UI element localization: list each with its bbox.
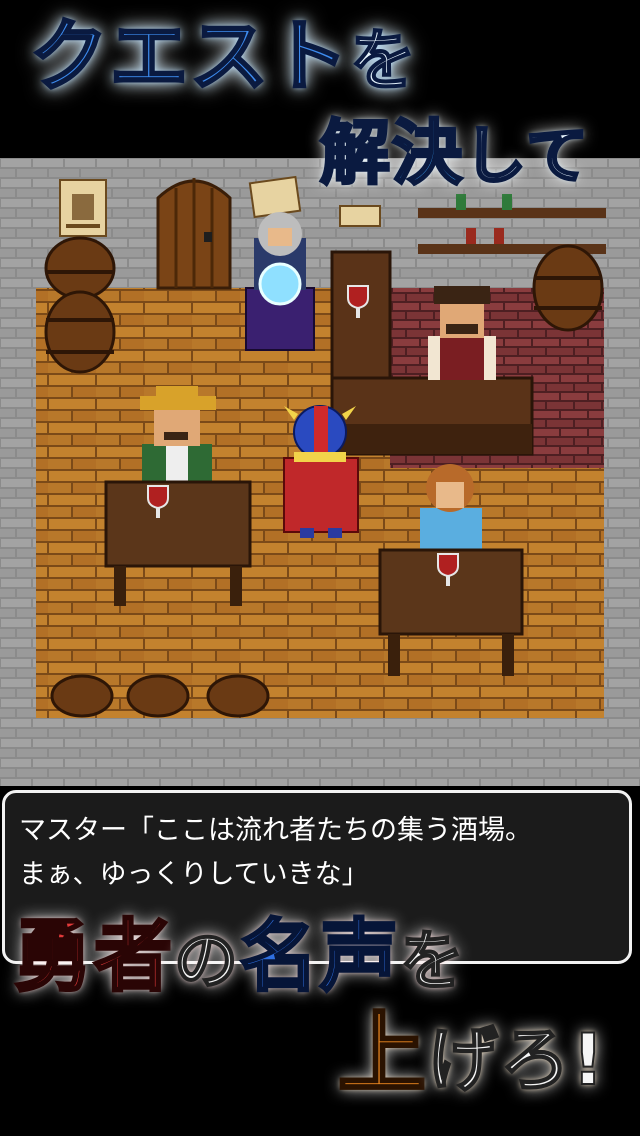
- promo-headline-solve: 解決して: [319, 117, 590, 190]
- wooden-door[interactable]: [156, 178, 232, 290]
- dialog-line-2: まぁ、ゆっくりしていきな」: [19, 859, 369, 890]
- promo-shite-text: して: [462, 119, 591, 192]
- promo-particle-wo-2: を: [399, 925, 467, 999]
- wanted-poster[interactable]: [59, 179, 107, 237]
- promo-raise-kanji: 上: [336, 1002, 429, 1105]
- stone-ledge: [0, 718, 640, 786]
- promo-solve-text: 解決: [319, 112, 464, 194]
- promo-fame-text: 名声: [239, 912, 401, 1002]
- promo-headline-raise: 上げろ!: [336, 1008, 606, 1101]
- promo-particle-wo: を: [349, 22, 419, 99]
- tavern-scene[interactable]: [0, 158, 640, 786]
- stools: [50, 674, 270, 718]
- promo-raise-tail: げろ!: [427, 1019, 606, 1101]
- promo-headline-quest: クエストを: [28, 17, 419, 99]
- dialog-line-1: マスター「ここは流れ者たちの集う酒場。: [19, 815, 532, 846]
- promo-headline-fame: 勇者の名声を: [12, 917, 467, 999]
- promo-quest-text: クエスト: [28, 12, 351, 102]
- promo-particle-no: の: [173, 925, 241, 999]
- promo-hero-text: 勇者: [12, 912, 175, 1002]
